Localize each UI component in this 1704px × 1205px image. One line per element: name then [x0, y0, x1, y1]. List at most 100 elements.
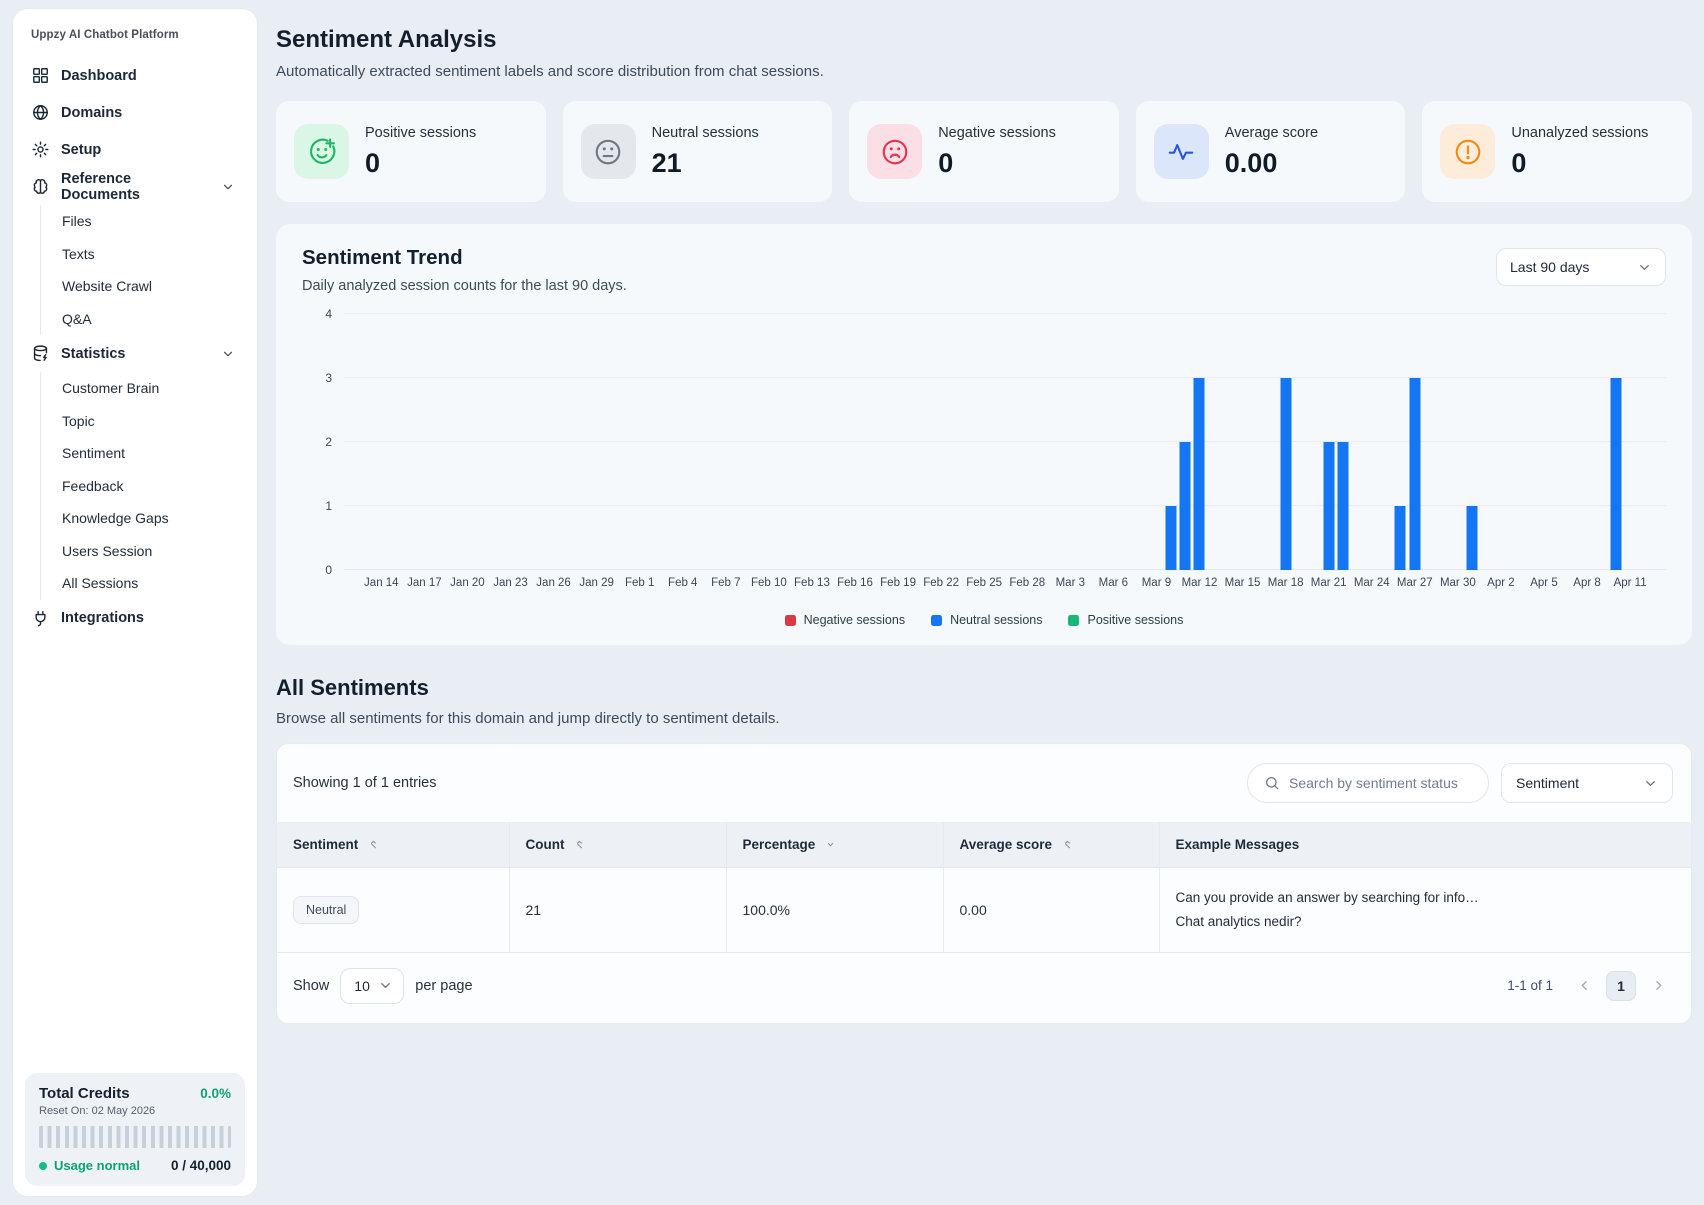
x-tick-label: Feb 13	[794, 577, 830, 589]
column-label: Sentiment	[293, 837, 358, 852]
x-tick-label: Mar 6	[1099, 577, 1128, 589]
date-range-dropdown[interactable]: Last 90 days	[1496, 248, 1666, 286]
credits-progress-bar	[39, 1126, 231, 1148]
column-header-average-score[interactable]: Average score	[943, 822, 1159, 868]
sidebar-item-texts[interactable]: Texts	[62, 238, 243, 271]
all-sentiments-subtitle: Browse all sentiments for this domain an…	[276, 710, 1692, 727]
show-label: Show	[293, 978, 329, 994]
sort-icon	[1061, 838, 1074, 851]
legend-swatch-icon	[1068, 615, 1079, 626]
plug-icon	[31, 609, 50, 628]
column-header-count[interactable]: Count	[509, 822, 726, 868]
legend-label: Positive sessions	[1087, 613, 1183, 627]
pagination-range-text: 1-1 of 1	[1507, 978, 1553, 993]
sentiment-filter-dropdown[interactable]: Sentiment	[1501, 763, 1673, 803]
sidebar-item-topic[interactable]: Topic	[62, 405, 243, 438]
bar-mar-22	[1338, 442, 1349, 570]
sidebar-item-users-session[interactable]: Users Session	[62, 535, 243, 568]
sidebar-item-all-sessions[interactable]: All Sessions	[62, 567, 243, 600]
x-tick-label: Apr 8	[1573, 577, 1601, 589]
credits-quota: 0 / 40,000	[171, 1158, 231, 1173]
sidebar-subgroup-reference-documents: FilesTextsWebsite CrawlQ&A	[40, 205, 243, 335]
sidebar-item-feedback[interactable]: Feedback	[62, 470, 243, 503]
page-size-dropdown[interactable]: 10	[340, 968, 404, 1004]
x-tick-label: Apr 2	[1487, 577, 1515, 589]
sentiments-table: SentimentCountPercentageAverage scoreExa…	[277, 822, 1691, 952]
y-tick-label: 3	[325, 371, 332, 385]
bar-mar-12	[1194, 378, 1205, 570]
entries-count-text: Showing 1 of 1 entries	[293, 775, 436, 791]
column-header-percentage[interactable]: Percentage	[726, 822, 943, 868]
sidebar-item-setup[interactable]: Setup	[31, 131, 243, 168]
previous-page-button[interactable]	[1569, 971, 1599, 1001]
x-tick-label: Jan 17	[407, 577, 442, 589]
x-tick-label: Apr 5	[1530, 577, 1558, 589]
stat-value: 0	[365, 148, 476, 179]
stats-row: Positive sessions0Neutral sessions21Nega…	[276, 101, 1692, 202]
chart-x-axis: Jan 14Jan 17Jan 20Jan 23Jan 26Jan 29Feb …	[344, 577, 1666, 599]
trend-title: Sentiment Trend	[302, 246, 1666, 270]
column-header-sentiment[interactable]: Sentiment	[277, 822, 509, 868]
sidebar-item-knowledge-gaps[interactable]: Knowledge Gaps	[62, 502, 243, 535]
grid-icon	[31, 66, 50, 85]
legend-label: Neutral sessions	[950, 613, 1042, 627]
frown-icon	[867, 124, 922, 179]
x-tick-label: Feb 25	[966, 577, 1002, 589]
chart-legend: Negative sessionsNeutral sessionsPositiv…	[302, 613, 1666, 631]
column-label: Average score	[960, 837, 1053, 852]
sidebar-item-website-crawl[interactable]: Website Crawl	[62, 270, 243, 303]
y-tick-label: 4	[325, 307, 332, 321]
table-row[interactable]: Neutral21100.0%0.00Can you provide an an…	[277, 868, 1691, 952]
sentiment-search-input[interactable]	[1289, 775, 1472, 791]
stat-card-unanalyzed-sessions: Unanalyzed sessions0	[1422, 101, 1692, 202]
sidebar-item-dashboard[interactable]: Dashboard	[31, 57, 243, 94]
page-title: Sentiment Analysis	[276, 26, 1692, 54]
sidebar-item-domains[interactable]: Domains	[31, 94, 243, 131]
x-tick-label: Mar 15	[1225, 577, 1261, 589]
sidebar-item-sentiment[interactable]: Sentiment	[62, 437, 243, 470]
page-subtitle: Automatically extracted sentiment labels…	[276, 63, 1692, 80]
x-tick-label: Feb 16	[837, 577, 873, 589]
x-tick-label: Feb 10	[751, 577, 787, 589]
current-page-button[interactable]: 1	[1606, 971, 1636, 1001]
sort-desc-icon	[824, 838, 837, 851]
stat-value: 0	[938, 148, 1056, 179]
sidebar-item-label: Domains	[61, 105, 122, 121]
sidebar-item-files[interactable]: Files	[62, 205, 243, 238]
sidebar-item-customer-brain[interactable]: Customer Brain	[62, 372, 243, 405]
credits-reset-date: Reset On: 02 May 2026	[39, 1105, 231, 1117]
x-tick-label: Feb 19	[880, 577, 916, 589]
chevron-down-icon	[221, 347, 235, 361]
x-tick-label: Feb 7	[711, 577, 740, 589]
app-title: Uppzy AI Chatbot Platform	[31, 29, 243, 41]
stat-card-neutral-sessions: Neutral sessions21	[563, 101, 833, 202]
sidebar-item-reference-documents[interactable]: Reference Documents	[31, 168, 243, 205]
trend-subtitle: Daily analyzed session counts for the la…	[302, 278, 1666, 294]
sentiment-filter-value: Sentiment	[1516, 775, 1579, 791]
stat-label: Average score	[1225, 125, 1318, 141]
y-tick-label: 1	[325, 499, 332, 513]
cell-example-messages: Can you provide an answer by searching f…	[1159, 868, 1691, 952]
cell-percentage: 100.0%	[726, 868, 943, 952]
sidebar-item-q-a[interactable]: Q&A	[62, 303, 243, 336]
cell-sentiment: Neutral	[277, 868, 509, 952]
bar-mar-11	[1180, 442, 1191, 570]
next-page-button[interactable]	[1643, 971, 1673, 1001]
search-icon	[1264, 775, 1280, 791]
sentiment-badge: Neutral	[293, 896, 359, 924]
sidebar-item-label: Setup	[61, 142, 101, 158]
sentiment-search-box[interactable]	[1247, 763, 1489, 803]
all-sentiments-title: All Sentiments	[276, 675, 1692, 701]
stat-value: 0.00	[1225, 148, 1318, 179]
x-tick-label: Mar 24	[1354, 577, 1390, 589]
sidebar-item-statistics[interactable]: Statistics	[31, 335, 243, 372]
chart-y-axis: 01234	[302, 314, 344, 570]
legend-swatch-icon	[785, 615, 796, 626]
sidebar-item-integrations[interactable]: Integrations	[31, 600, 243, 637]
stat-label: Neutral sessions	[652, 125, 759, 141]
date-range-value: Last 90 days	[1510, 259, 1589, 275]
credits-card: Total Credits 0.0% Reset On: 02 May 2026…	[25, 1073, 245, 1186]
x-tick-label: Apr 11	[1614, 577, 1647, 589]
x-tick-label: Jan 26	[536, 577, 571, 589]
usage-status-dot-icon	[39, 1162, 47, 1170]
